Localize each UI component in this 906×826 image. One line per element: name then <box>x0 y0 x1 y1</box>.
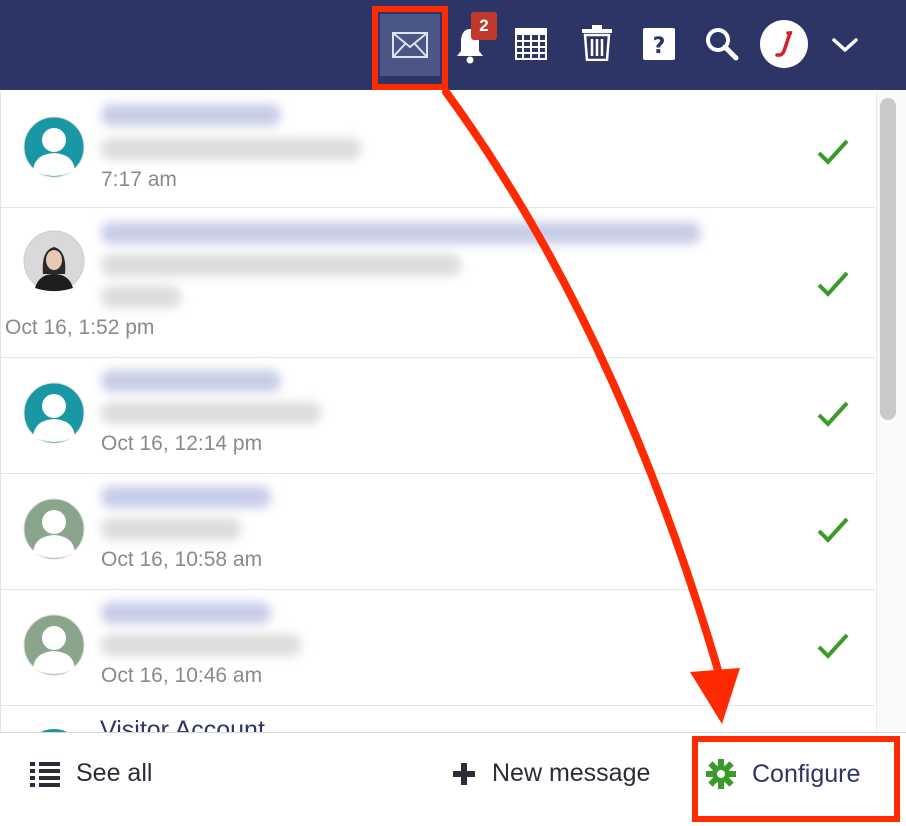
sender-name <box>101 104 281 126</box>
message-time: Oct 16, 10:58 am <box>101 548 263 571</box>
message-time: 7:17 am <box>101 168 177 191</box>
message-time: Oct 16, 1:52 pm <box>5 316 155 339</box>
message-row[interactable]: 7:17 am <box>1 92 875 208</box>
scrollbar-thumb[interactable] <box>880 98 896 420</box>
message-subject <box>101 402 321 424</box>
envelope-icon[interactable] <box>380 14 440 76</box>
sender-name <box>101 370 281 392</box>
notification-badge: 2 <box>471 12 497 40</box>
search-icon[interactable] <box>702 24 742 64</box>
message-subject <box>101 518 241 540</box>
read-check-icon <box>815 136 851 168</box>
message-subject <box>101 138 361 160</box>
default-avatar-icon <box>23 614 85 676</box>
trash-icon[interactable] <box>578 22 616 64</box>
help-icon[interactable]: ? <box>640 24 678 64</box>
message-row[interactable]: Oct 16, 10:46 am <box>1 590 875 706</box>
read-check-icon <box>815 630 851 662</box>
plus-icon <box>453 762 475 785</box>
message-subject <box>101 634 301 656</box>
message-subject-line2 <box>101 286 181 308</box>
messages-footer: See all New message Configure <box>0 732 906 826</box>
configure-button[interactable]: Configure <box>706 759 860 789</box>
see-all-link[interactable]: See all <box>30 759 152 788</box>
sender-name <box>101 602 271 624</box>
chevron-down-icon[interactable] <box>826 30 864 60</box>
sender-name <box>101 222 701 244</box>
configure-label: Configure <box>752 759 861 788</box>
see-all-label: See all <box>76 759 153 787</box>
photo-avatar-icon <box>23 230 85 292</box>
message-row[interactable]: Oct 16, 12:14 pm <box>1 358 875 474</box>
read-check-icon <box>815 398 851 430</box>
default-avatar-icon <box>23 382 85 444</box>
top-navigation-bar: 2 ? <box>0 0 906 90</box>
message-list[interactable]: 7:17 am Oct 16, 1:52 pm Oct 16, 12:14 pm <box>0 92 876 732</box>
default-avatar-icon <box>23 116 85 178</box>
svg-text:?: ? <box>653 34 666 59</box>
message-subject <box>101 254 461 276</box>
message-row[interactable]: Oct 16, 10:58 am <box>1 474 875 590</box>
sender-name <box>101 486 271 508</box>
list-icon <box>30 761 60 787</box>
new-message-button[interactable]: New message <box>452 759 650 788</box>
user-avatar[interactable] <box>760 20 808 68</box>
message-row[interactable]: Oct 16, 1:52 pm <box>1 208 875 358</box>
new-message-label: New message <box>492 759 651 787</box>
gear-icon <box>706 759 736 789</box>
message-time: Oct 16, 10:46 am <box>101 664 263 687</box>
calendar-icon[interactable] <box>512 24 550 64</box>
read-check-icon <box>815 268 851 300</box>
message-time: Oct 16, 12:14 pm <box>101 432 263 455</box>
read-check-icon <box>815 514 851 546</box>
default-avatar-icon <box>23 498 85 560</box>
